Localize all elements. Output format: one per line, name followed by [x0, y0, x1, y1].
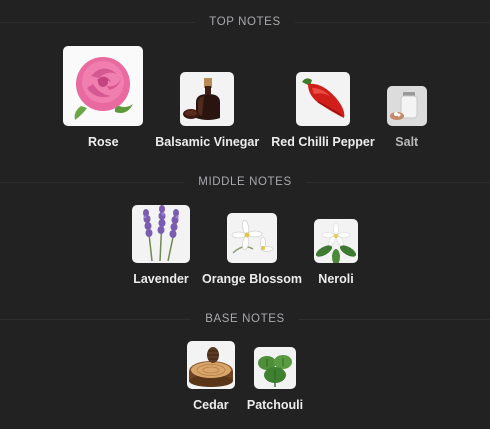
- patchouli-icon: [253, 347, 296, 389]
- note-orange-blossom[interactable]: Orange Blossom: [202, 213, 302, 286]
- note-rose[interactable]: Rose: [63, 46, 144, 149]
- salt-icon: [386, 86, 427, 126]
- note-label: Lavender: [133, 272, 189, 286]
- note-label: Rose: [87, 135, 119, 149]
- note-neroli[interactable]: Neroli: [314, 219, 359, 286]
- note-label: Balsamic Vinegar: [155, 135, 260, 149]
- note-label: Red Chilli Pepper: [271, 135, 375, 149]
- balsamic-vinegar-icon: [180, 72, 235, 126]
- note-label: Cedar: [193, 398, 229, 412]
- top-notes-row: Rose Balsamic Vinegar Red Chilli Pepper: [0, 46, 490, 149]
- base-notes-header: BASE NOTES: [0, 311, 490, 327]
- neroli-icon: [314, 219, 359, 263]
- note-label: Orange Blossom: [201, 272, 303, 286]
- divider: [0, 21, 196, 23]
- section-title: TOP NOTES: [209, 16, 281, 28]
- note-label: Salt: [395, 135, 419, 149]
- divider: [294, 21, 490, 23]
- section-title: MIDDLE NOTES: [198, 176, 292, 188]
- divider: [0, 181, 185, 183]
- divider: [0, 318, 192, 320]
- orange-blossom-icon: [227, 213, 277, 263]
- lavender-icon: [131, 205, 190, 263]
- divider: [298, 318, 490, 320]
- cedar-icon: [186, 341, 235, 389]
- note-lavender[interactable]: Lavender: [131, 205, 190, 286]
- note-cedar[interactable]: Cedar: [186, 341, 235, 412]
- base-notes-row: Cedar Patchouli: [0, 341, 490, 412]
- note-label: Patchouli: [246, 398, 304, 412]
- middle-notes-row: Lavender Orange Blossom Neroli: [0, 205, 490, 286]
- top-notes-header: TOP NOTES: [0, 14, 490, 30]
- note-salt[interactable]: Salt: [386, 86, 427, 149]
- red-chilli-pepper-icon: [296, 72, 350, 126]
- rose-icon: [63, 46, 144, 126]
- middle-notes-header: MIDDLE NOTES: [0, 174, 490, 190]
- note-patchouli[interactable]: Patchouli: [247, 347, 303, 412]
- note-label: Neroli: [318, 272, 354, 286]
- section-title: BASE NOTES: [205, 313, 285, 325]
- note-balsamic-vinegar[interactable]: Balsamic Vinegar: [155, 72, 259, 149]
- note-red-chilli-pepper[interactable]: Red Chilli Pepper: [271, 72, 375, 149]
- divider: [305, 181, 490, 183]
